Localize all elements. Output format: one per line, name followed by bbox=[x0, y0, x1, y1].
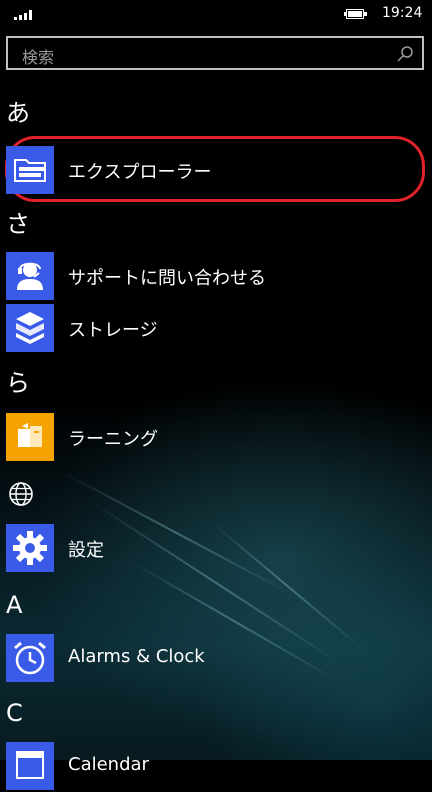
alarm-clock-icon bbox=[6, 634, 54, 682]
app-label: 設定 bbox=[68, 540, 104, 561]
group-header-c[interactable]: C bbox=[6, 698, 23, 728]
app-label: エクスプローラー bbox=[68, 162, 212, 183]
group-header-a[interactable]: A bbox=[6, 590, 22, 620]
app-item-calendar[interactable]: Calendar bbox=[6, 742, 426, 792]
battery-charging-icon bbox=[344, 9, 368, 19]
app-item-settings[interactable]: 設定 bbox=[6, 524, 426, 574]
app-label: Alarms & Clock bbox=[68, 646, 205, 667]
app-label: ストレージ bbox=[68, 320, 158, 341]
gear-icon bbox=[6, 524, 54, 572]
app-label: ラーニング bbox=[68, 429, 158, 450]
app-item-learning[interactable]: ラーニング bbox=[6, 413, 426, 463]
search-input[interactable]: 検索 bbox=[6, 36, 424, 70]
search-icon[interactable] bbox=[396, 45, 414, 63]
app-item-alarms-clock[interactable]: Alarms & Clock bbox=[6, 634, 426, 684]
search-placeholder: 検索 bbox=[22, 48, 55, 67]
learning-icon bbox=[6, 413, 54, 461]
group-header-sa[interactable]: さ bbox=[6, 209, 30, 239]
contact-support-icon bbox=[6, 252, 54, 300]
app-item-file-explorer[interactable]: エクスプローラー bbox=[6, 146, 426, 196]
app-item-contact-support[interactable]: サポートに問い合わせる bbox=[6, 252, 426, 302]
status-time: 19:24 bbox=[382, 5, 423, 21]
status-bar: 19:24 bbox=[0, 0, 432, 32]
group-header-a-jp[interactable]: あ bbox=[6, 98, 30, 128]
calendar-icon bbox=[6, 742, 54, 790]
group-header-ra[interactable]: ら bbox=[6, 368, 30, 398]
app-label: Calendar bbox=[68, 754, 149, 775]
signal-strength-icon bbox=[14, 8, 36, 20]
app-item-storage[interactable]: ストレージ bbox=[6, 304, 426, 354]
app-label: サポートに問い合わせる bbox=[68, 268, 266, 289]
file-explorer-icon bbox=[6, 146, 54, 194]
storage-icon bbox=[6, 304, 54, 352]
globe-icon[interactable] bbox=[8, 481, 34, 507]
